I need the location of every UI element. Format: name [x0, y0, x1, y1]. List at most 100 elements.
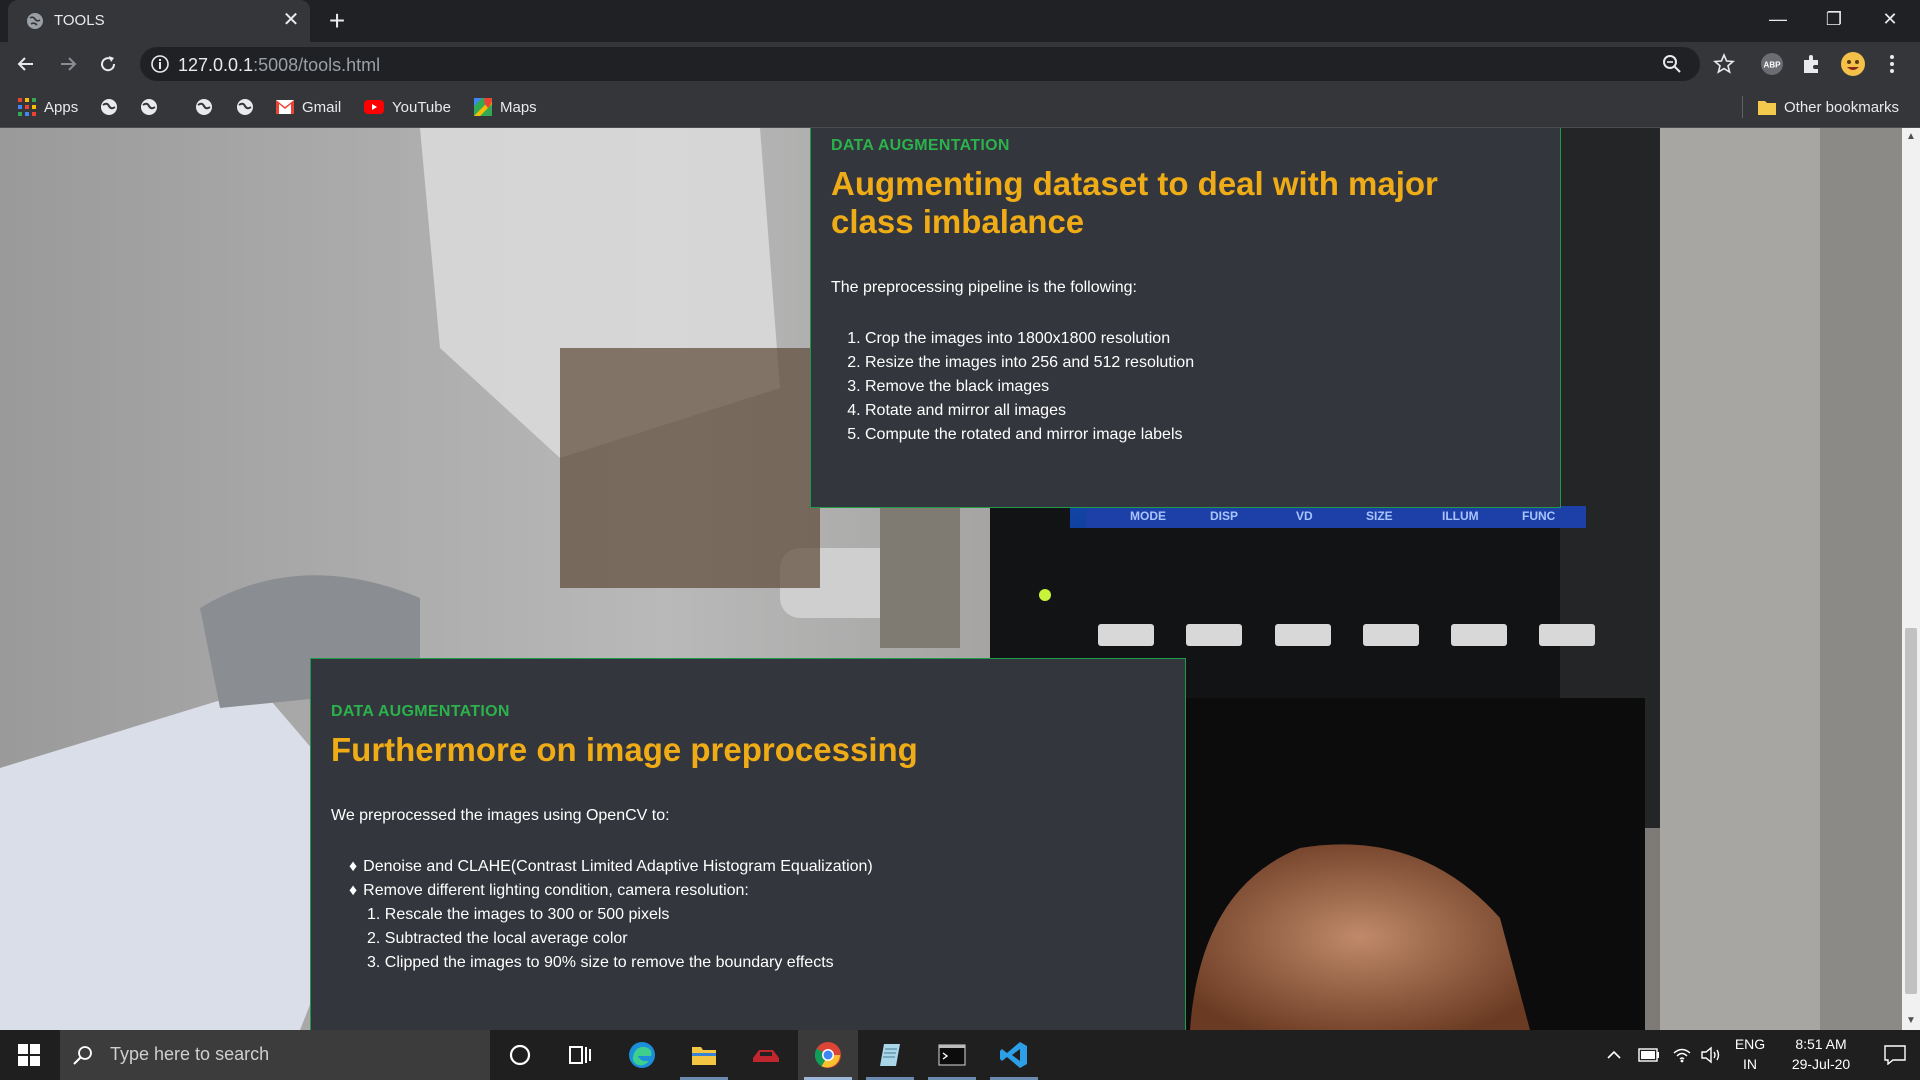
augmentation-card-1: DATA AUGMENTATION Augmenting dataset to …	[810, 128, 1561, 508]
bookmark-globe-2[interactable]	[140, 95, 166, 119]
chrome-app[interactable]	[798, 1030, 858, 1080]
scroll-up-arrow-icon[interactable]: ▲	[1902, 128, 1920, 146]
zoom-icon[interactable]	[1660, 52, 1684, 76]
screen-label-illum: ILLUM	[1442, 509, 1479, 523]
bookmark-youtube-label: YouTube	[392, 98, 451, 116]
folder-icon	[692, 1047, 716, 1065]
browser-menu-icon[interactable]	[1880, 52, 1904, 76]
sub-steps: 1. Rescale the images to 300 or 500 pixe…	[367, 903, 1165, 975]
sub-list-item: 2. Subtracted the local average color	[367, 930, 628, 947]
address-bar[interactable]: 127.0.0.1:5008/tools.html	[140, 47, 1700, 81]
search-placeholder: Type here to search	[110, 1044, 270, 1064]
bookmark-globe-1[interactable]	[100, 95, 126, 119]
reload-icon	[101, 56, 116, 72]
screen-label-size: SIZE	[1366, 509, 1393, 523]
taskbar-search[interactable]: Type here to search	[60, 1030, 490, 1080]
screen-label-disp: DISP	[1210, 509, 1239, 523]
notes-app[interactable]	[860, 1030, 920, 1080]
clock-date: 29-Jul-20	[1791, 1056, 1851, 1072]
tab-close-icon[interactable]: ✕	[280, 9, 302, 31]
notification-center-button[interactable]	[1870, 1030, 1920, 1080]
battery-icon[interactable]	[1638, 1030, 1662, 1080]
windows-taskbar: Type here to search ENG IN 8:51 AM 29-Ju…	[0, 1030, 1920, 1080]
globe-icon	[101, 99, 117, 115]
svg-text:ABP: ABP	[1764, 61, 1782, 70]
volume-icon[interactable]	[1700, 1030, 1724, 1080]
notification-icon	[1884, 1045, 1906, 1066]
info-icon[interactable]	[150, 54, 170, 74]
vscode-app[interactable]	[984, 1030, 1044, 1080]
edge-icon	[629, 1042, 655, 1068]
region-code: IN	[1743, 1056, 1757, 1072]
profile-avatar-icon[interactable]	[1840, 51, 1866, 77]
apps-grid-icon	[18, 98, 36, 116]
tab-tools[interactable]: TOOLS ✕	[8, 0, 310, 42]
screen-button-labels: MODE DISP VD SIZE ILLUM FUNC	[1086, 506, 1586, 528]
language-code: ENG	[1734, 1036, 1766, 1052]
terminal-icon	[938, 1044, 966, 1066]
gmail-icon	[276, 100, 294, 114]
new-tab-button[interactable]: +	[322, 6, 352, 36]
bookmark-gmail[interactable]: Gmail	[276, 95, 341, 119]
other-bookmarks-label: Other bookmarks	[1784, 98, 1900, 116]
start-button[interactable]	[0, 1030, 58, 1080]
cortana-circle-icon	[509, 1044, 531, 1066]
bookmark-apps[interactable]: Apps	[18, 95, 78, 119]
tray-overflow-chevron-icon[interactable]	[1606, 1030, 1626, 1080]
list-item: Compute the rotated and mirror image lab…	[865, 423, 1540, 447]
language-indicator[interactable]: ENG IN	[1730, 1030, 1770, 1080]
url-path: :5008/tools.html	[253, 55, 381, 75]
url-text[interactable]: 127.0.0.1:5008/tools.html	[178, 55, 380, 76]
back-button[interactable]	[10, 48, 42, 80]
minimize-button[interactable]: —	[1750, 0, 1806, 42]
notepad-icon	[880, 1044, 900, 1066]
chrome-icon	[814, 1042, 841, 1068]
bookmark-youtube[interactable]: YouTube	[364, 95, 451, 119]
reload-button[interactable]	[92, 48, 124, 80]
scrollbar-thumb[interactable]	[1905, 628, 1917, 994]
browser-toolbar: 127.0.0.1:5008/tools.html ABP	[0, 42, 1920, 86]
bookmark-star-icon[interactable]	[1712, 52, 1736, 76]
maps-icon	[474, 98, 492, 116]
game-app[interactable]	[736, 1030, 796, 1080]
vscode-icon	[1000, 1042, 1027, 1068]
bookmarks-bar: Apps Gmail YouTube Maps Other bookmarks	[0, 86, 1920, 128]
bookmark-maps-label: Maps	[500, 98, 537, 116]
screen-label-mode: MODE	[1130, 509, 1166, 523]
augmentation-card-2: DATA AUGMENTATION Furthermore on image p…	[310, 658, 1186, 1030]
scroll-down-arrow-icon[interactable]: ▼	[1902, 1012, 1920, 1030]
cortana-button[interactable]	[490, 1030, 550, 1080]
bullet-text: Remove different lighting condition, cam…	[363, 882, 749, 899]
restore-button[interactable]: ❐	[1806, 0, 1862, 42]
close-window-button[interactable]: ✕	[1862, 0, 1918, 42]
bookmark-maps[interactable]: Maps	[474, 95, 537, 119]
adblock-icon[interactable]: ABP	[1760, 52, 1784, 76]
globe-icon	[27, 13, 43, 29]
windows-logo-icon	[18, 1044, 40, 1066]
globe-icon	[196, 99, 212, 115]
bookmark-globe-3[interactable]	[195, 95, 221, 119]
sub-list-item: 1. Rescale the images to 300 or 500 pixe…	[367, 906, 670, 923]
tab-title: TOOLS	[54, 12, 105, 29]
extensions-puzzle-icon[interactable]	[1800, 52, 1824, 76]
task-view-button[interactable]	[550, 1030, 610, 1080]
clock[interactable]: 8:51 AM 29-Jul-20	[1776, 1030, 1866, 1080]
forward-button[interactable]	[52, 48, 84, 80]
other-bookmarks-folder[interactable]: Other bookmarks	[1758, 95, 1899, 119]
screen-label-func: FUNC	[1522, 509, 1556, 523]
bookmark-gmail-label: Gmail	[302, 98, 342, 116]
terminal-app[interactable]	[922, 1030, 982, 1080]
edge-app[interactable]	[612, 1030, 672, 1080]
list-item: Crop the images into 1800x1800 resolutio…	[865, 327, 1540, 351]
list-item: Resize the images into 256 and 512 resol…	[865, 351, 1540, 375]
bookmark-globe-4[interactable]	[236, 95, 262, 119]
card-kicker: DATA AUGMENTATION	[331, 703, 510, 720]
card-title: Augmenting dataset to deal with major cl…	[831, 165, 1438, 240]
forward-arrow-icon	[61, 57, 77, 71]
preprocessing-bullets: Denoise and CLAHE(Contrast Limited Adapt…	[349, 855, 1165, 975]
card-intro: We preprocessed the images using OpenCV …	[331, 807, 670, 824]
file-explorer-app[interactable]	[674, 1030, 734, 1080]
wifi-icon[interactable]	[1672, 1030, 1696, 1080]
page-scrollbar[interactable]: ▲ ▼	[1902, 128, 1920, 1030]
card-kicker: DATA AUGMENTATION	[831, 137, 1010, 154]
